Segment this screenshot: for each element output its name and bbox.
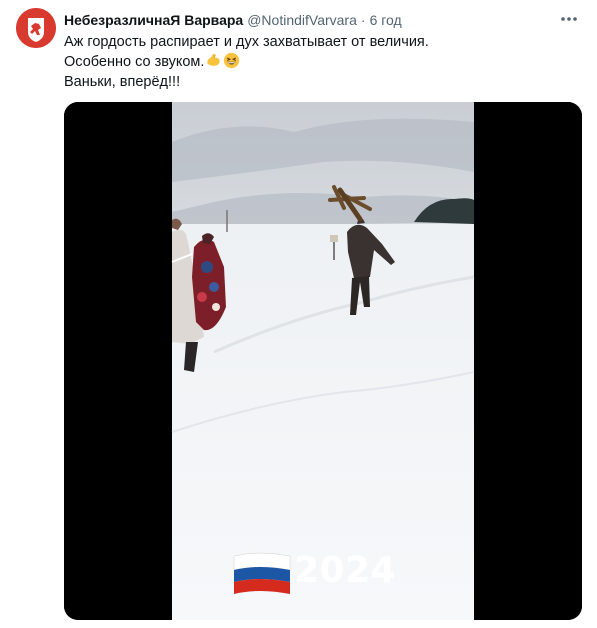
tweet-text-line-2: Особенно со звуком.	[64, 52, 581, 72]
tweet-header: НебезразличнаЯ Варвара @NotindifVarvara …	[64, 10, 581, 30]
avatar[interactable]	[16, 8, 56, 48]
flexed-biceps-icon	[207, 54, 221, 66]
pahonia-emblem-icon	[16, 8, 56, 48]
grinning-squinting-face-icon	[224, 52, 240, 69]
tweet-text-line-2-text: Особенно со звуком.	[64, 54, 205, 70]
russian-flag-icon	[233, 552, 291, 594]
author-handle[interactable]: @NotindifVarvara	[247, 12, 357, 28]
tweet-text-line-1: Аж гордость распирает и дух захватывает …	[64, 34, 429, 50]
video-frame	[64, 102, 582, 620]
tweet[interactable]: НебезразличнаЯ Варвара @NotindifVarvara …	[0, 0, 597, 628]
more-options-button[interactable]	[557, 9, 581, 29]
tweet-text-line-3: Ваньки, вперёд!!!	[64, 74, 181, 90]
video-picture	[171, 102, 475, 620]
header-separator: ·	[360, 12, 366, 28]
tweet-text: Аж гордость распирает и дух захватывает …	[64, 32, 581, 92]
tweet-timestamp[interactable]: 6 год	[370, 12, 402, 28]
more-dots-icon	[561, 17, 577, 21]
author-display-name[interactable]: НебезразличнаЯ Варвара	[64, 12, 243, 28]
video-media[interactable]: 2024	[64, 102, 582, 620]
video-caption-year: 2024	[294, 550, 397, 591]
